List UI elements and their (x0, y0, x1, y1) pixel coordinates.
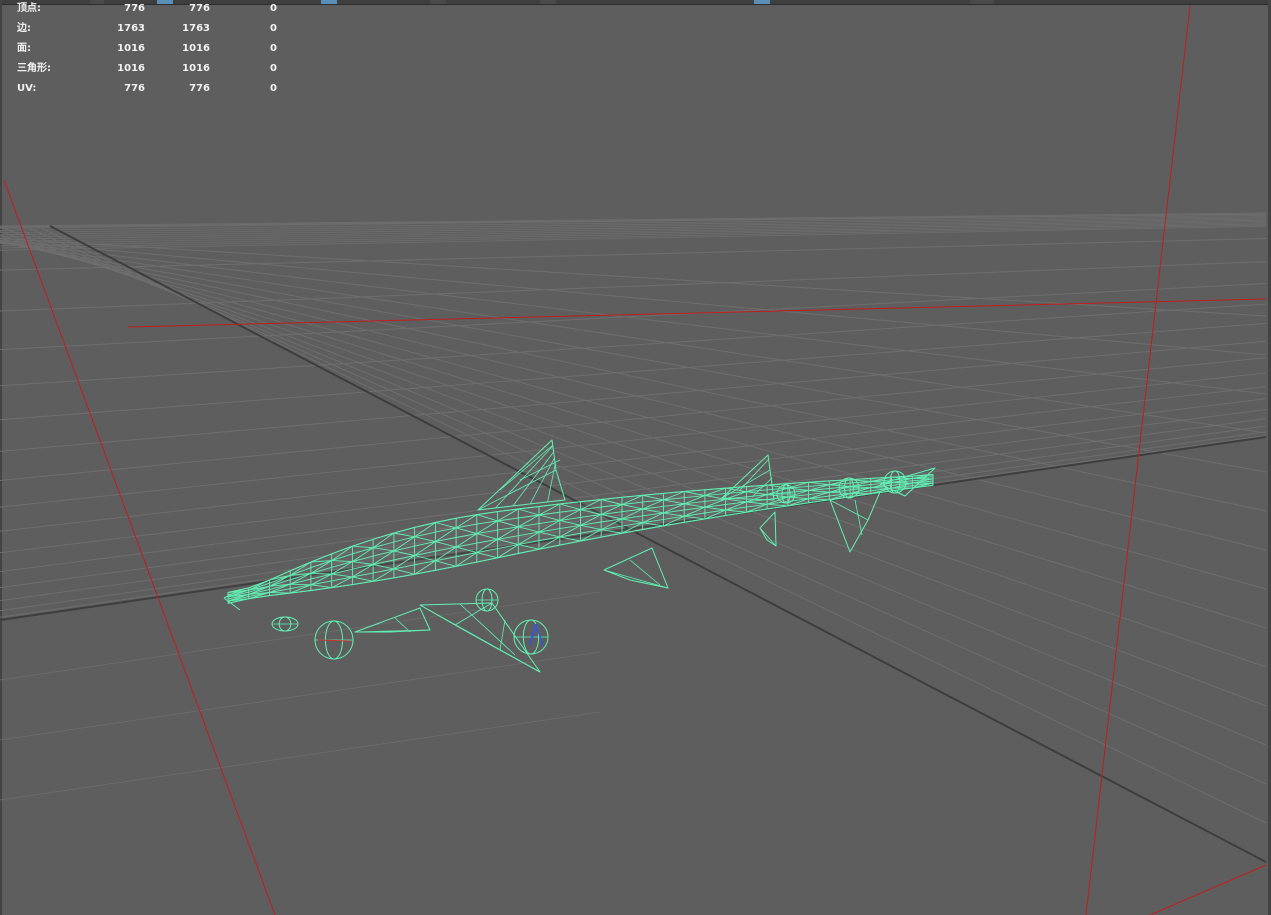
manipulator-axis (535, 623, 544, 647)
hud-value-other: 0 (270, 83, 277, 94)
grid-line (0, 239, 1267, 356)
hud-row: UV: 776 776 0 (17, 82, 277, 102)
grid-line (0, 242, 1267, 473)
front-fin (354, 607, 431, 633)
hud-value-total: 1016 (117, 43, 145, 54)
hud-row-label: UV: (17, 83, 37, 94)
frustum-line (1149, 864, 1267, 915)
hud-value-other: 0 (270, 63, 277, 74)
hud-row-label: 三角形: (17, 63, 51, 74)
ground-axes (0, 225, 1267, 863)
hud-value-total: 1016 (117, 63, 145, 74)
hud-row-label: 面: (17, 43, 31, 54)
grid-line (0, 711, 601, 801)
hud-value-other: 0 (270, 43, 277, 54)
shark-wireframe[interactable] (223, 439, 936, 673)
grid-line (0, 241, 1267, 395)
mesh-edge (290, 583, 311, 586)
hud-row: 三角形: 1016 1016 0 (17, 62, 277, 82)
grid-line (0, 238, 1267, 271)
hud-row: 边: 1763 1763 0 (17, 22, 277, 42)
hud-row-label: 边: (17, 23, 31, 34)
hud-row: 面: 1016 1016 0 (17, 42, 277, 62)
grid-line (0, 372, 1267, 508)
scene-canvas[interactable] (0, 0, 1271, 915)
hud-value-selected: 776 (189, 83, 210, 94)
hud-value-selected: 1016 (182, 63, 210, 74)
hud-value-selected: 776 (189, 3, 210, 14)
grid-line (0, 241, 1267, 434)
hud-value-other: 0 (270, 3, 277, 14)
camera-frustum (3, 5, 1267, 915)
grid-line (0, 340, 1267, 452)
grid-line (0, 409, 1267, 573)
poly-count-hud: 顶点: 776 776 0 边: 1763 1763 0 面: 1016 1016 0 三角形: 1016… (17, 2, 277, 102)
hud-value-selected: 1763 (182, 23, 210, 34)
hud-value-total: 1763 (117, 23, 145, 34)
grid-line (0, 223, 1267, 247)
hud-value-total: 776 (124, 3, 145, 14)
mesh-edge (269, 592, 291, 594)
hud-row: 顶点: 776 776 0 (17, 2, 277, 22)
grid-line (0, 651, 601, 741)
hud-value-selected: 1016 (182, 43, 210, 54)
hud-value-other: 0 (270, 23, 277, 34)
pelvic-fin (603, 547, 669, 589)
hud-value-total: 776 (124, 83, 145, 94)
viewport[interactable]: 顶点: 776 776 0 边: 1763 1763 0 面: 1016 1016 0 三角形: 1016… (0, 0, 1271, 915)
manipulator-axis (529, 623, 537, 646)
ground-grid (0, 212, 1267, 863)
hud-row-label: 顶点: (17, 3, 41, 14)
